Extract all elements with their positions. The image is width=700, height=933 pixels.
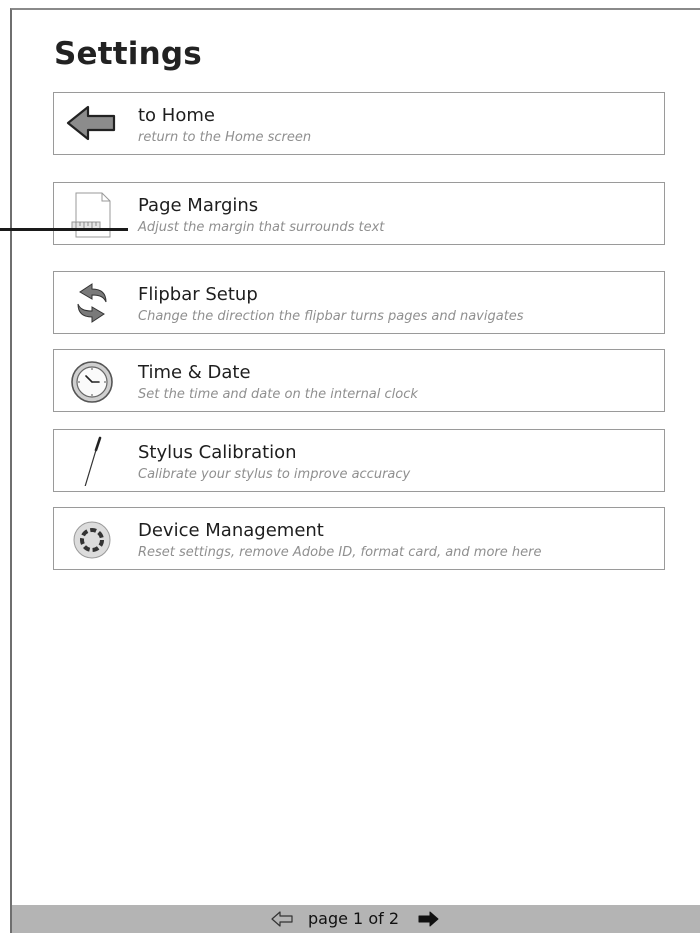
menu-item-description: Reset settings, remove Adobe ID, format …	[138, 545, 542, 560]
back-arrow-icon	[62, 99, 124, 149]
flip-arrows-icon	[62, 278, 124, 328]
menu-item-flipbar-setup[interactable]: Flipbar Setup Change the direction the f…	[53, 271, 665, 334]
previous-page-arrow-icon[interactable]	[270, 909, 296, 929]
clock-icon	[62, 356, 124, 406]
page-indicator: page 1 of 2	[308, 909, 399, 928]
menu-item-label: Flipbar Setup	[138, 284, 258, 305]
menu-item-time-date[interactable]: Time & Date Set the time and date on the…	[53, 349, 665, 412]
menu-item-device-management[interactable]: Device Management Reset settings, remove…	[53, 507, 665, 570]
menu-item-label: Device Management	[138, 520, 324, 541]
page-title: Settings	[54, 36, 202, 72]
menu-item-stylus-calibration[interactable]: Stylus Calibration Calibrate your stylus…	[53, 429, 665, 492]
callout-line	[0, 228, 128, 231]
menu-item-description: Set the time and date on the internal cl…	[138, 387, 418, 402]
menu-item-description: return to the Home screen	[138, 130, 312, 145]
footer-bar: page 1 of 2	[12, 905, 700, 933]
menu-item-home[interactable]: to Home return to the Home screen	[53, 92, 665, 155]
menu-item-description: Calibrate your stylus to improve accurac…	[138, 467, 411, 482]
device-management-icon	[62, 514, 124, 564]
menu-item-label: Time & Date	[138, 362, 251, 383]
menu-item-page-margins[interactable]: Page Margins Adjust the margin that surr…	[53, 182, 665, 245]
menu-item-label: Stylus Calibration	[138, 442, 297, 463]
next-page-arrow-icon[interactable]	[416, 909, 440, 929]
menu-item-label: to Home	[138, 105, 215, 126]
menu-item-description: Adjust the margin that surrounds text	[138, 220, 385, 235]
menu-item-label: Page Margins	[138, 195, 259, 216]
stylus-icon	[62, 436, 124, 491]
page-margins-icon	[62, 189, 124, 239]
menu-item-description: Change the direction the flipbar turns p…	[138, 309, 524, 324]
